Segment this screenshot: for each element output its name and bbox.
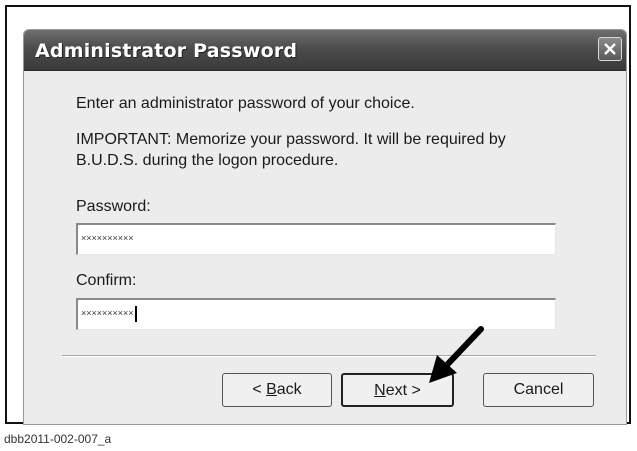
back-button-rest: ack: [276, 381, 302, 398]
password-field-value: ××××××××××: [81, 233, 134, 243]
administrator-password-dialog: Administrator Password Enter an administ…: [23, 29, 627, 425]
figure-caption: dbb2011-002-007_a: [4, 432, 112, 446]
next-button-rest: ext >: [385, 382, 421, 399]
back-button-accel: B: [266, 381, 277, 398]
cancel-button[interactable]: Cancel: [483, 373, 594, 407]
figure-frame: Administrator Password Enter an administ…: [5, 5, 631, 425]
text-caret: [134, 305, 137, 322]
password-field[interactable]: ××××××××××: [76, 223, 556, 255]
title-bar[interactable]: Administrator Password: [24, 30, 626, 71]
confirm-field-value: ××××××××××: [81, 308, 134, 318]
intro-text: Enter an administrator password of your …: [76, 95, 415, 112]
confirm-label: Confirm:: [76, 272, 137, 289]
important-notice: IMPORTANT: Memorize your password. It wi…: [76, 131, 506, 169]
next-button-accel: N: [374, 382, 386, 399]
back-button[interactable]: < Back: [222, 373, 332, 407]
pointer-arrow-icon: [429, 326, 484, 383]
dialog-title: Administrator Password: [35, 40, 298, 62]
password-label: Password:: [76, 198, 151, 215]
close-icon: [604, 43, 616, 55]
button-separator: [62, 355, 596, 357]
back-button-prefix: <: [252, 381, 267, 398]
close-button[interactable]: [598, 37, 622, 61]
